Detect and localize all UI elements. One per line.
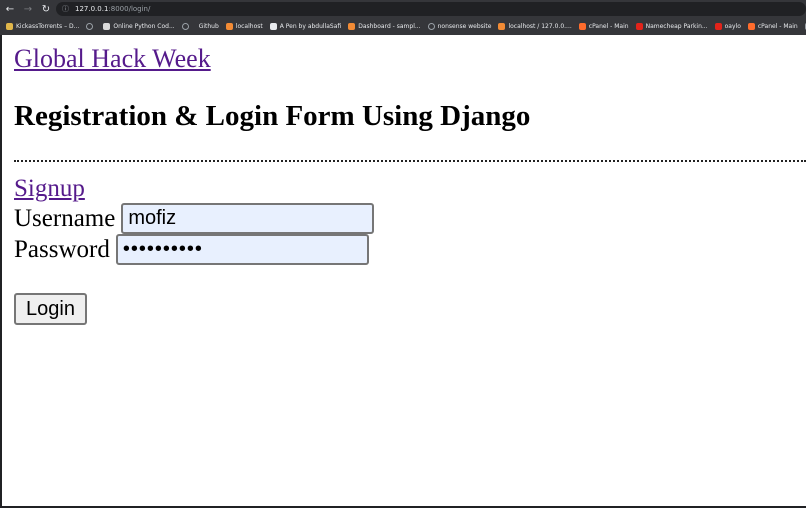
bookmark-label: localhost bbox=[235, 23, 263, 30]
bookmark-favicon-icon bbox=[635, 23, 643, 30]
bookmark-favicon-icon bbox=[225, 23, 233, 30]
bookmark-label: Github bbox=[198, 23, 219, 30]
bookmark-label: Dashboard - sampl... bbox=[358, 23, 421, 30]
bookmark-item[interactable]: Github bbox=[199, 23, 219, 30]
bookmark-item[interactable]: cPanel - Main bbox=[747, 23, 798, 30]
bookmark-label: Namecheap Parkin... bbox=[645, 23, 708, 30]
bookmark-item[interactable]: Dashboard - sampl... bbox=[348, 23, 421, 30]
bookmark-label: localhost / 127.0.0.... bbox=[508, 23, 572, 30]
reload-icon[interactable]: ↻ bbox=[38, 1, 54, 17]
url-host: 127.0.0.1 bbox=[75, 5, 109, 13]
back-icon[interactable]: ← bbox=[2, 1, 18, 17]
username-row: Username bbox=[14, 203, 375, 234]
username-label: Username bbox=[14, 204, 116, 232]
username-input[interactable] bbox=[121, 203, 375, 234]
bookmark-item[interactable]: A Pen by abdullaSafi bbox=[269, 23, 342, 30]
bookmark-label: cPanel - Main bbox=[588, 23, 629, 30]
password-row: Password bbox=[14, 234, 369, 265]
bookmark-item[interactable]: Online Python Cod... bbox=[103, 23, 175, 30]
login-button[interactable]: Login bbox=[14, 293, 87, 325]
bookmark-item[interactable]: localhost bbox=[225, 23, 263, 30]
global-hack-week-link[interactable]: Global Hack Week bbox=[14, 44, 211, 74]
bookmark-label: KickassTorrents – D... bbox=[16, 23, 80, 30]
address-bar[interactable]: ⓘ 127.0.0.1:8000/login/ bbox=[56, 2, 806, 16]
bookmark-favicon-icon bbox=[578, 23, 586, 30]
browser-chrome: ← → ↻ ⓘ 127.0.0.1:8000/login/ KickassTor… bbox=[0, 0, 806, 35]
bookmarks-bar: KickassTorrents – D... Online Python Cod.… bbox=[0, 18, 806, 35]
site-info-icon[interactable]: ⓘ bbox=[62, 4, 69, 14]
bookmark-label: oaylo bbox=[724, 23, 741, 30]
bookmark-item[interactable]: oaylo bbox=[714, 23, 741, 30]
bookmark-label: A Pen by abdullaSafi bbox=[279, 23, 342, 30]
bookmark-label: cPanel - Main bbox=[757, 23, 798, 30]
browser-toolbar: ← → ↻ ⓘ 127.0.0.1:8000/login/ bbox=[0, 0, 806, 18]
bookmark-favicon-icon bbox=[714, 23, 722, 30]
signup-link[interactable]: Signup bbox=[14, 175, 85, 203]
bookmark-favicon-icon bbox=[6, 23, 13, 30]
page-title: Registration & Login Form Using Django bbox=[14, 100, 531, 132]
bookmark-item[interactable]: KickassTorrents – D... bbox=[6, 23, 79, 30]
bookmark-favicon-icon bbox=[427, 23, 435, 30]
bookmark-favicon-icon bbox=[181, 23, 189, 30]
page-content: Global Hack Week Registration & Login Fo… bbox=[2, 35, 806, 506]
bookmark-item[interactable]: cPanel - Main bbox=[578, 23, 629, 30]
password-label: Password bbox=[14, 235, 110, 263]
bookmark-favicon-icon bbox=[348, 23, 356, 30]
divider bbox=[14, 160, 806, 162]
bookmark-favicon-icon bbox=[86, 23, 94, 30]
bookmark-favicon-icon bbox=[498, 23, 506, 30]
bookmark-item[interactable]: Namecheap Parkin... bbox=[635, 23, 708, 30]
bookmark-item[interactable] bbox=[86, 23, 96, 30]
bookmark-favicon-icon bbox=[103, 23, 111, 30]
bookmark-item[interactable]: nonsense website bbox=[427, 23, 492, 30]
bookmark-label: Online Python Cod... bbox=[113, 23, 175, 30]
bookmark-item[interactable] bbox=[181, 23, 192, 30]
forward-icon[interactable]: → bbox=[20, 1, 36, 17]
bookmark-favicon-icon bbox=[747, 23, 755, 30]
bookmark-item[interactable]: localhost / 127.0.0.... bbox=[498, 23, 572, 30]
bookmark-favicon-icon bbox=[269, 23, 277, 30]
bookmark-label: nonsense website bbox=[437, 23, 492, 30]
url-path: :8000/login/ bbox=[108, 5, 151, 13]
password-input[interactable] bbox=[115, 234, 369, 265]
